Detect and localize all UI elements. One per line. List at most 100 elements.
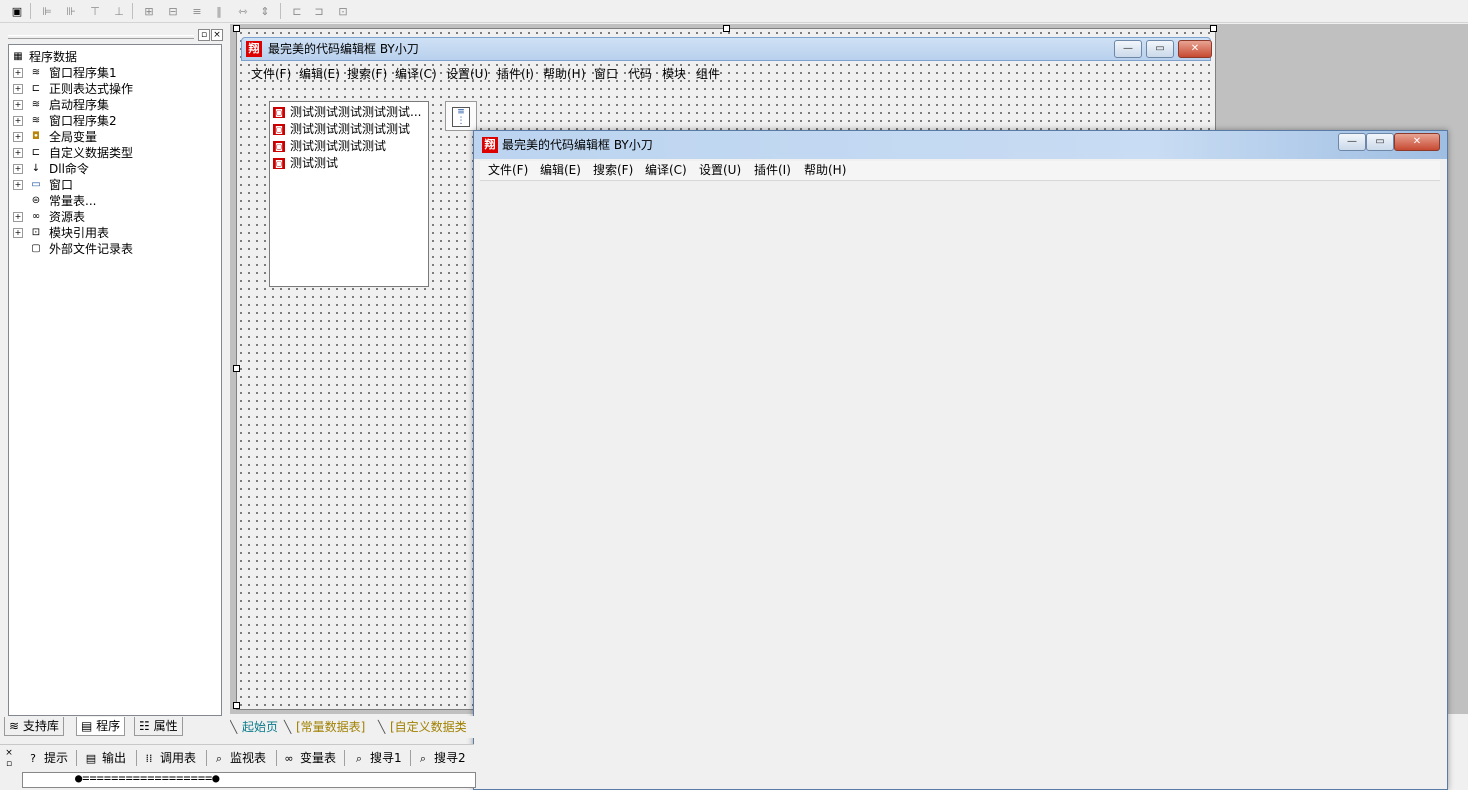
resize-handle[interactable] bbox=[233, 702, 240, 709]
list-item-label: 测试测试测试测试测试... bbox=[290, 105, 422, 119]
running-window-titlebar[interactable]: 翔 最完美的代码编辑框 BY小刀 — ▭ ✕ bbox=[474, 131, 1447, 159]
assembly-icon: ≋ bbox=[31, 99, 41, 110]
same-height-icon[interactable]: ⇕ bbox=[256, 3, 274, 21]
running-window: 翔 最完美的代码编辑框 BY小刀 — ▭ ✕ 文件(F) 编辑(E) 搜索(F)… bbox=[473, 130, 1448, 790]
menu-file[interactable]: 文件(F) bbox=[488, 161, 528, 180]
align-center-icon[interactable]: ⊪ bbox=[62, 3, 80, 21]
tab-label: 提示 bbox=[44, 751, 69, 765]
bottom-panel-tabs: × ▫ ? 提示 ▤ 输出 ⁞⁞ 调用表 ⌕ 监视表 ∞ 变量表 ⌕ 搜寻1 ⌕ 搜寻2 bbox=[0, 744, 474, 771]
list-item[interactable]: ◙ 测试测试测试测试测试 bbox=[273, 121, 410, 137]
tree-item-label: 正则表达式操作 bbox=[49, 82, 134, 96]
datatype-icon: ⊏ bbox=[31, 147, 41, 158]
tab-call-stack[interactable]: ⁞⁞ 调用表 bbox=[142, 749, 197, 767]
tab-program[interactable]: ▤ 程序 bbox=[76, 717, 126, 736]
program-tree[interactable]: ▦ 程序数据 + ≋ 窗口程序集1 + ⊏ 正则表达式操作 + ≋ 启动程序集 … bbox=[8, 44, 222, 716]
align-left-icon[interactable]: ⊫ bbox=[38, 3, 56, 21]
menu-code[interactable]: 代码 bbox=[628, 65, 652, 83]
space-v-icon[interactable]: ‖ bbox=[210, 3, 228, 21]
minimize-icon[interactable]: — bbox=[1338, 133, 1366, 151]
panel-grip[interactable] bbox=[8, 35, 194, 39]
component-widget-icon[interactable]: ≡ ⋮ bbox=[445, 101, 477, 131]
tab-constant-table[interactable]: [常量数据表] bbox=[296, 718, 365, 736]
panel-restore-icon[interactable]: ▫ bbox=[4, 759, 14, 769]
tab-properties[interactable]: ☷ 属性 bbox=[134, 717, 183, 736]
expand-icon[interactable]: + bbox=[13, 68, 23, 78]
menu-compile[interactable]: 编译(C) bbox=[395, 65, 437, 83]
expand-icon[interactable]: + bbox=[13, 180, 23, 190]
expand-icon[interactable]: + bbox=[13, 116, 23, 126]
expand-icon[interactable]: + bbox=[13, 228, 23, 238]
tab-watch[interactable]: ⌕ 监视表 bbox=[212, 749, 266, 767]
space-h-icon[interactable]: ≡ bbox=[188, 3, 206, 21]
tab-start-page[interactable]: 起始页 bbox=[242, 718, 278, 736]
close-icon[interactable]: ✕ bbox=[1178, 40, 1212, 58]
align-bottom-icon[interactable]: ⊥ bbox=[110, 3, 128, 21]
tree-item-label: 自定义数据类型 bbox=[49, 146, 134, 160]
menu-search[interactable]: 搜索(F) bbox=[593, 161, 633, 180]
same-width-icon[interactable]: ⇿ bbox=[234, 3, 252, 21]
resize-handle[interactable] bbox=[233, 365, 240, 372]
editor-area[interactable] bbox=[480, 181, 1440, 787]
program-icon: ▤ bbox=[81, 719, 93, 733]
align-top-icon[interactable]: ⊤ bbox=[86, 3, 104, 21]
form-icon[interactable]: ▣ bbox=[8, 3, 26, 21]
tab-search-2[interactable]: ⌕ 搜寻2 bbox=[416, 749, 466, 767]
expand-icon[interactable]: + bbox=[13, 84, 23, 94]
center-h-icon[interactable]: ⊞ bbox=[140, 3, 158, 21]
expand-icon[interactable]: + bbox=[13, 100, 23, 110]
expand-icon[interactable]: + bbox=[13, 148, 23, 158]
menu-edit[interactable]: 编辑(E) bbox=[299, 65, 340, 83]
menu-settings[interactable]: 设置(U) bbox=[699, 161, 741, 180]
design-listbox[interactable]: ◙ 测试测试测试测试测试... ◙ 测试测试测试测试测试 ◙ 测试测试测试测试 ◙ 测试… bbox=[269, 101, 429, 287]
menu-plugins[interactable]: 插件(I) bbox=[754, 161, 791, 180]
hint-icon: ? bbox=[30, 752, 36, 765]
menu-compile[interactable]: 编译(C) bbox=[645, 161, 687, 180]
tab-output[interactable]: ▤ 输出 bbox=[84, 749, 126, 767]
maximize-icon[interactable]: ▭ bbox=[1146, 40, 1174, 58]
list-item[interactable]: ◙ 测试测试测试测试 bbox=[273, 138, 386, 154]
same-size-icon[interactable]: ⊡ bbox=[334, 3, 352, 21]
assembly-icon: ≋ bbox=[31, 115, 41, 126]
module-icon: ⊡ bbox=[31, 227, 41, 238]
resize-handle[interactable] bbox=[723, 25, 730, 32]
menu-file[interactable]: 文件(F) bbox=[251, 65, 291, 83]
list-item[interactable]: ◙ 测试测试测试测试测试... bbox=[273, 104, 421, 120]
assembly-icon: ≋ bbox=[31, 67, 41, 78]
resize-handle[interactable] bbox=[233, 25, 240, 32]
tree-item-label: 全局变量 bbox=[49, 130, 98, 144]
menu-help[interactable]: 帮助(H) bbox=[804, 161, 846, 180]
same-size-h-icon[interactable]: ⊏ bbox=[288, 3, 306, 21]
tree-item-label: Dll命令 bbox=[49, 162, 89, 176]
list-item[interactable]: ◙ 测试测试 bbox=[273, 155, 338, 171]
menu-settings[interactable]: 设置(U) bbox=[446, 65, 488, 83]
minimize-icon[interactable]: — bbox=[1114, 40, 1142, 58]
panel-restore-icon[interactable]: ▫ bbox=[198, 29, 210, 41]
menu-search[interactable]: 搜索(F) bbox=[347, 65, 387, 83]
expand-icon[interactable]: + bbox=[13, 132, 23, 142]
panel-close-icon[interactable]: × bbox=[211, 29, 223, 41]
expand-icon[interactable]: + bbox=[13, 212, 23, 222]
menu-plugins[interactable]: 插件(I) bbox=[497, 65, 534, 83]
maximize-icon[interactable]: ▭ bbox=[1366, 133, 1394, 151]
panel-close-icon[interactable]: × bbox=[4, 748, 14, 758]
tab-support-library[interactable]: ≋ 支持库 bbox=[4, 717, 64, 736]
menu-component[interactable]: 组件 bbox=[696, 65, 720, 83]
tab-hint[interactable]: ? 提示 bbox=[26, 749, 68, 767]
tab-search-1[interactable]: ⌕ 搜寻1 bbox=[352, 749, 402, 767]
image-icon: ◙ bbox=[273, 107, 285, 118]
list-item-label: 测试测试 bbox=[290, 156, 339, 170]
expand-icon[interactable]: + bbox=[13, 164, 23, 174]
tab-variables[interactable]: ∞ 变量表 bbox=[282, 749, 336, 767]
menu-help[interactable]: 帮助(H) bbox=[543, 65, 585, 83]
same-size-v-icon[interactable]: ⊐ bbox=[310, 3, 328, 21]
image-icon: ◙ bbox=[273, 141, 285, 152]
menu-module[interactable]: 模块 bbox=[662, 65, 686, 83]
window-title: 最完美的代码编辑框 BY小刀 bbox=[502, 138, 653, 152]
resize-handle[interactable] bbox=[1210, 25, 1217, 32]
list-item-label: 测试测试测试测试 bbox=[290, 139, 387, 153]
close-icon[interactable]: ✕ bbox=[1394, 133, 1440, 151]
center-v-icon[interactable]: ⊟ bbox=[164, 3, 182, 21]
menu-window[interactable]: 窗口 bbox=[594, 65, 618, 83]
tab-custom-datatype[interactable]: [自定义数据类 bbox=[390, 718, 467, 736]
menu-edit[interactable]: 编辑(E) bbox=[540, 161, 581, 180]
